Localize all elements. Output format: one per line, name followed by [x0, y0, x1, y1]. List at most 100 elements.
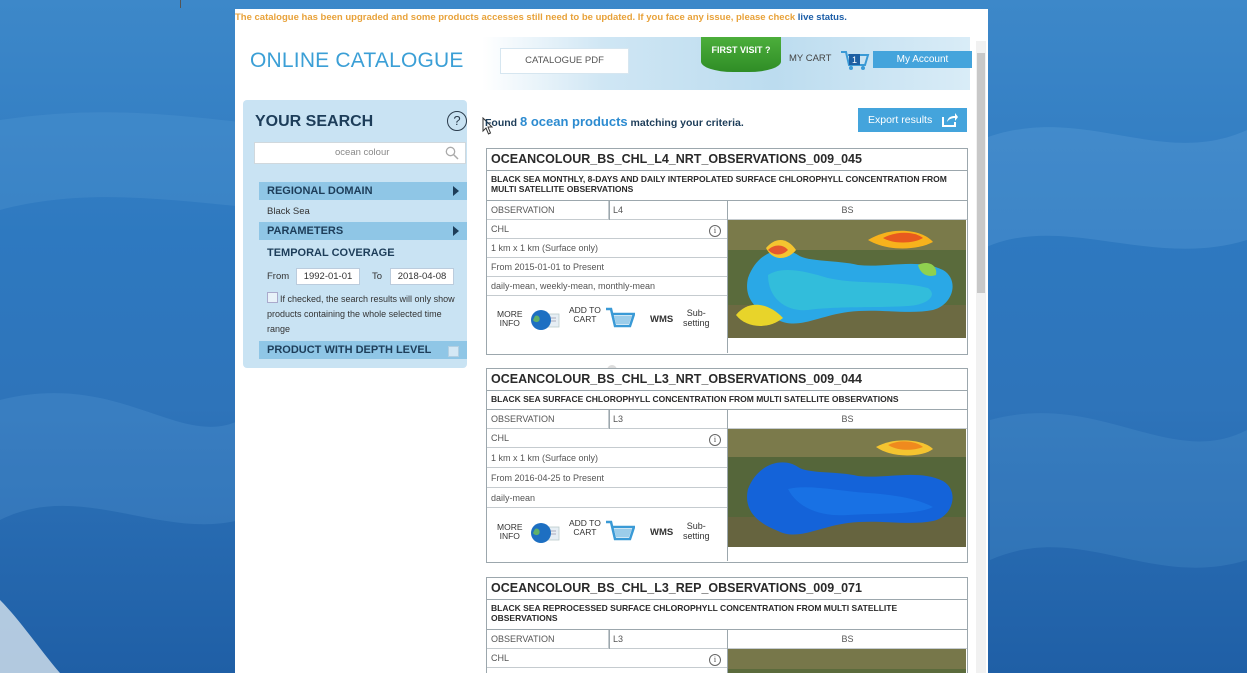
product-description: BLACK SEA MONTHLY, 8-DAYS AND DAILY INTE…: [487, 171, 967, 201]
product-preview-map[interactable]: [728, 649, 966, 673]
product-area: BS: [728, 201, 967, 220]
product-description: BLACK SEA SURFACE CHLOROPHYLL CONCENTRAT…: [487, 391, 967, 410]
product-variable: CHL: [491, 224, 510, 234]
export-label: Export results: [868, 114, 933, 126]
product-variable-row: CHL: [487, 220, 727, 239]
add-cart-line2: CART: [573, 527, 597, 537]
globe-info-icon[interactable]: [529, 309, 563, 331]
product-resolution: 1 km x 1 km (Surface only): [487, 239, 727, 258]
product-preview-map[interactable]: [728, 220, 966, 338]
cart-icon[interactable]: 1: [840, 49, 870, 71]
window-edge-marker: [180, 0, 181, 8]
search-title: YOUR SEARCH: [255, 113, 374, 130]
add-cart-line2: CART: [573, 314, 597, 324]
subsetting-button[interactable]: Sub-setting: [683, 308, 710, 328]
more-info-line2: INFO: [499, 531, 520, 541]
product-preview-map[interactable]: [728, 429, 966, 547]
more-info-button[interactable]: MORE INFO: [497, 310, 523, 328]
product-actions: MORE INFO ADD TO CART WMS Sub-setting: [487, 512, 727, 556]
product-id[interactable]: OCEANCOLOUR_BS_CHL_L4_NRT_OBSERVATIONS_0…: [487, 149, 967, 171]
product-coverage: From 2016-04-25 to Present: [487, 469, 727, 488]
chevron-right-icon: [453, 186, 459, 196]
product-coverage: From 2015-01-01 to Present: [487, 258, 727, 277]
product-card: OCEANCOLOUR_BS_CHL_L3_NRT_OBSERVATIONS_0…: [486, 368, 968, 563]
found-suffix: matching your criteria.: [627, 117, 744, 129]
product-level: L3: [609, 410, 727, 429]
product-card: OCEANCOLOUR_BS_CHL_L4_NRT_OBSERVATIONS_0…: [486, 148, 968, 355]
whole-range-checkbox[interactable]: [267, 292, 278, 303]
first-visit-button[interactable]: FIRST VISIT ?: [701, 37, 781, 72]
live-status-link[interactable]: live status.: [798, 12, 847, 23]
whole-range-label: If checked, the search results will only…: [267, 294, 455, 334]
parameters-label: PARAMETERS: [267, 225, 344, 237]
product-variable: CHL: [491, 433, 510, 443]
subsetting-line1: Sub-: [686, 521, 706, 531]
product-resolution: 1 km x 1 km (Surface only): [487, 449, 727, 468]
scrollbar-thumb[interactable]: [977, 53, 985, 293]
info-icon[interactable]: i: [709, 434, 721, 446]
depth-level-facet[interactable]: PRODUCT WITH DEPTH LEVEL: [259, 341, 467, 359]
globe-info-icon[interactable]: [529, 522, 563, 544]
info-icon[interactable]: i: [709, 225, 721, 237]
product-actions: MORE INFO ADD TO CART WMS Sub-setting: [487, 299, 727, 343]
export-icon: [942, 113, 958, 127]
to-label: To: [372, 271, 383, 282]
export-results-button[interactable]: Export results: [858, 108, 967, 132]
product-level: L4: [609, 201, 727, 220]
depth-level-label: PRODUCT WITH DEPTH LEVEL: [267, 344, 432, 356]
notice-text: The catalogue has been upgraded and some…: [235, 12, 798, 23]
subsetting-button[interactable]: Sub-setting: [683, 521, 710, 541]
my-account-button[interactable]: My Account: [873, 51, 972, 68]
wms-button[interactable]: WMS: [650, 527, 673, 538]
product-area: BS: [728, 410, 967, 429]
product-id[interactable]: OCEANCOLOUR_BS_CHL_L3_REP_OBSERVATIONS_0…: [487, 578, 967, 600]
product-type: OBSERVATION: [487, 201, 609, 220]
page-scrollbar[interactable]: [976, 41, 986, 673]
subsetting-line2: setting: [683, 531, 710, 541]
product-variable-row: CHL: [487, 429, 727, 448]
subsetting-line1: Sub-: [686, 308, 706, 318]
info-icon[interactable]: i: [709, 654, 721, 666]
product-variable-row: CHL: [487, 649, 727, 668]
depth-level-checkbox[interactable]: [448, 346, 459, 357]
whole-range-option[interactable]: If checked, the search results will only…: [267, 292, 467, 337]
page-title[interactable]: ONLINE CATALOGUE: [250, 49, 464, 73]
search-panel: YOUR SEARCH ? ocean colour REGIONAL DOMA…: [243, 100, 467, 368]
product-id[interactable]: OCEANCOLOUR_BS_CHL_L3_NRT_OBSERVATIONS_0…: [487, 369, 967, 391]
regional-domain-label: REGIONAL DOMAIN: [267, 185, 373, 197]
add-to-cart-button[interactable]: ADD TO CART: [569, 519, 601, 537]
product-description: BLACK SEA REPROCESSED SURFACE CHLOROPHYL…: [487, 600, 967, 630]
search-icon[interactable]: [445, 146, 459, 160]
product-variable: CHL: [491, 653, 510, 663]
chevron-right-icon: [453, 226, 459, 236]
results-summary: Found 8 ocean products matching your cri…: [485, 114, 744, 129]
catalogue-pdf-button[interactable]: CATALOGUE PDF: [500, 48, 629, 74]
cart-add-icon[interactable]: [605, 306, 635, 330]
product-card: OCEANCOLOUR_BS_CHL_L3_REP_OBSERVATIONS_0…: [486, 577, 968, 673]
parameters-facet[interactable]: PARAMETERS: [259, 222, 467, 240]
more-info-button[interactable]: MORE INFO: [497, 523, 523, 541]
product-temporal: daily-mean, weekly-mean, monthly-mean: [487, 277, 727, 296]
help-icon[interactable]: ?: [447, 111, 467, 131]
from-label: From: [267, 271, 290, 282]
more-info-line2: INFO: [499, 318, 520, 328]
cart-count: 1: [852, 55, 857, 65]
found-prefix: Found: [485, 117, 520, 129]
product-level: L3: [609, 630, 727, 649]
regional-domain-facet[interactable]: REGIONAL DOMAIN: [259, 182, 467, 200]
to-date-input[interactable]: 2018-04-08: [390, 268, 454, 285]
temporal-coverage-title: TEMPORAL COVERAGE: [267, 247, 395, 259]
my-cart-label[interactable]: MY CART: [789, 53, 831, 64]
product-type: OBSERVATION: [487, 630, 609, 649]
product-area: BS: [728, 630, 967, 649]
search-input[interactable]: ocean colour: [254, 142, 466, 164]
add-to-cart-button[interactable]: ADD TO CART: [569, 306, 601, 324]
wms-button[interactable]: WMS: [650, 314, 673, 325]
cart-add-icon[interactable]: [605, 519, 635, 543]
product-type: OBSERVATION: [487, 410, 609, 429]
upgrade-notice: The catalogue has been upgraded and some…: [235, 12, 988, 23]
from-date-input[interactable]: 1992-01-01: [296, 268, 360, 285]
search-query: ocean colour: [335, 147, 390, 158]
regional-domain-value[interactable]: Black Sea: [267, 206, 310, 217]
found-count: 8 ocean products: [520, 114, 628, 129]
